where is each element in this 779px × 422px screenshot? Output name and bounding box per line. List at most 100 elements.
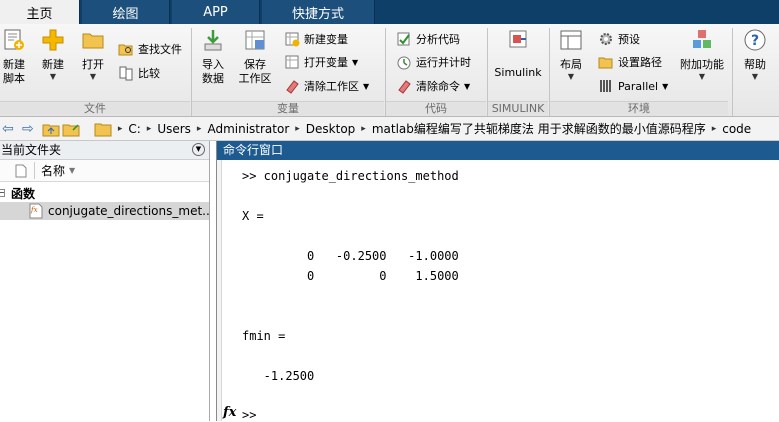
name-column-header[interactable]: 名称 ▼ (0, 160, 209, 182)
import-data-icon (204, 30, 222, 51)
crumb-separator-icon: ▸ (295, 123, 300, 134)
ribbon-separator (732, 28, 733, 116)
import-data-button[interactable]: 导入 数据 (196, 28, 230, 86)
output-x-row-2: 0 0 1.5000 (242, 269, 459, 283)
tab-plots[interactable]: 绘图 (82, 0, 170, 24)
new-variable-button[interactable]: 新建变量 (284, 30, 348, 48)
breadcrumb-administrator[interactable]: Administrator (207, 122, 289, 136)
set-path-icon (598, 57, 613, 69)
new-script-label: 新建 脚本 (3, 58, 25, 85)
clear-commands-label: 清除命令 (416, 80, 460, 93)
browse-folder-icon[interactable] (62, 120, 80, 138)
collapse-icon[interactable]: − (0, 189, 5, 197)
analyze-code-label: 分析代码 (416, 33, 460, 46)
find-files-label: 查找文件 (138, 43, 182, 56)
command-history-line: >> conjugate_directions_method (242, 169, 459, 183)
clear-workspace-button[interactable]: 清除工作区 ▼ (284, 77, 369, 95)
variable-group-label: 变量 (192, 101, 384, 116)
compare-icon (119, 66, 133, 81)
tab-apps[interactable]: APP (172, 0, 260, 24)
clear-workspace-icon (286, 80, 299, 94)
crumb-separator-icon: ▸ (196, 123, 202, 134)
new-label: 新建 (42, 58, 64, 71)
panel-menu-icon[interactable]: ▼ (192, 143, 205, 156)
path-separator-icon (88, 122, 92, 136)
new-script-button[interactable]: 新建 脚本 (0, 28, 28, 86)
name-column-label: 名称 (34, 162, 65, 179)
layout-button[interactable]: 布局 ▼ (554, 28, 588, 82)
compare-button[interactable]: 比较 (118, 64, 160, 82)
open-label: 打开 (82, 58, 104, 71)
simulink-icon (509, 30, 527, 48)
addons-icon (693, 30, 711, 48)
current-folder-title: 当前文件夹 (1, 143, 62, 157)
up-folder-icon[interactable] (42, 120, 60, 138)
help-label: 帮助 (744, 58, 766, 71)
breadcrumb-project-folder[interactable]: matlab编程编写了共轭梯度法 用于求解函数的最小值源码程序 (372, 120, 706, 137)
compare-label: 比较 (138, 67, 160, 80)
function-file-icon: fx (29, 203, 43, 219)
save-workspace-label: 保存 工作区 (238, 58, 272, 85)
open-variable-icon (285, 55, 299, 69)
file-list-item[interactable]: fx conjugate_directions_met... (0, 202, 209, 220)
current-folder-panel: 当前文件夹 ▼ 名称 ▼ − 函数 fx conjugate_direction… (0, 141, 210, 421)
simulink-label: Simulink (494, 66, 542, 79)
output-fmin-value: -1.2500 (242, 369, 315, 383)
preferences-button[interactable]: 预设 (598, 30, 640, 48)
new-button[interactable]: 新建 ▼ (38, 28, 68, 82)
clear-commands-button[interactable]: 清除命令 ▼ (396, 77, 470, 95)
parallel-icon (600, 80, 611, 92)
parallel-button[interactable]: Parallel ▼ (598, 77, 668, 95)
breadcrumb-code[interactable]: code (722, 122, 751, 136)
tab-shortcuts[interactable]: 快捷方式 (262, 0, 375, 24)
open-button[interactable]: 打开 ▼ (78, 28, 108, 82)
tab-home[interactable]: 主页 (0, 0, 80, 24)
clear-commands-dropdown-icon: ▼ (464, 81, 471, 91)
run-and-time-button[interactable]: 运行并计时 (396, 53, 471, 71)
analyze-code-button[interactable]: 分析代码 (396, 30, 460, 48)
layout-dropdown-icon: ▼ (567, 72, 575, 81)
folder-icon (94, 123, 112, 136)
command-window-output[interactable]: >> conjugate_directions_method X = 0 -0.… (217, 160, 779, 422)
tab-home-label: 主页 (26, 6, 53, 22)
crumb-separator-icon: ▸ (117, 123, 123, 134)
output-fmin-label: fmin = (242, 329, 286, 343)
set-path-button[interactable]: 设置路径 (598, 53, 662, 71)
gear-icon (600, 33, 612, 45)
environment-group-label: 环境 (550, 101, 728, 116)
back-arrow-icon[interactable]: ⇦ (2, 120, 20, 138)
parallel-dropdown-icon: ▼ (662, 81, 669, 91)
new-variable-icon (285, 32, 300, 47)
run-and-time-icon (397, 56, 411, 70)
import-data-label: 导入 数据 (202, 58, 224, 85)
tree-group-functions[interactable]: − 函数 (0, 184, 209, 202)
open-variable-button[interactable]: 打开变量 ▼ (284, 53, 358, 71)
breadcrumb-users[interactable]: Users (157, 122, 191, 136)
addons-button[interactable]: 附加功能 ▼ (676, 28, 728, 82)
save-workspace-button[interactable]: 保存 工作区 (236, 28, 274, 86)
find-files-button[interactable]: 查找文件 (118, 40, 182, 58)
function-browser-icon[interactable]: fx (223, 405, 236, 420)
forward-arrow-icon[interactable]: ⇨ (22, 120, 40, 138)
open-dropdown-icon: ▼ (89, 72, 97, 81)
breadcrumb-c[interactable]: C: (128, 122, 140, 136)
tab-plots-label: 绘图 (112, 6, 139, 22)
current-folder-title-bar: 当前文件夹 ▼ (0, 141, 209, 160)
simulink-button[interactable]: Simulink (492, 28, 544, 80)
breadcrumb-desktop[interactable]: Desktop (306, 122, 356, 136)
addons-dropdown-icon: ▼ (698, 72, 706, 81)
parallel-label: Parallel (618, 79, 659, 93)
svg-text:?: ? (751, 33, 759, 49)
current-folder-address-bar[interactable]: ⇦ ⇨ ▸ C: ▸ Users ▸ Administrator ▸ Deskt… (0, 117, 779, 141)
simulink-group-label: SIMULINK (488, 101, 548, 116)
help-icon: ? (744, 29, 766, 51)
command-prompt[interactable]: >> (242, 408, 256, 422)
help-button[interactable]: ? 帮助 ▼ (738, 28, 772, 82)
preferences-label: 预设 (618, 33, 640, 46)
command-window[interactable]: 命令行窗口 >> conjugate_directions_method X =… (216, 141, 779, 422)
file-type-column-icon (15, 164, 27, 177)
save-workspace-icon (245, 30, 265, 50)
file-name-label: conjugate_directions_met... (48, 204, 209, 218)
analyze-code-icon (397, 32, 410, 46)
crumb-separator-icon: ▸ (146, 123, 152, 134)
